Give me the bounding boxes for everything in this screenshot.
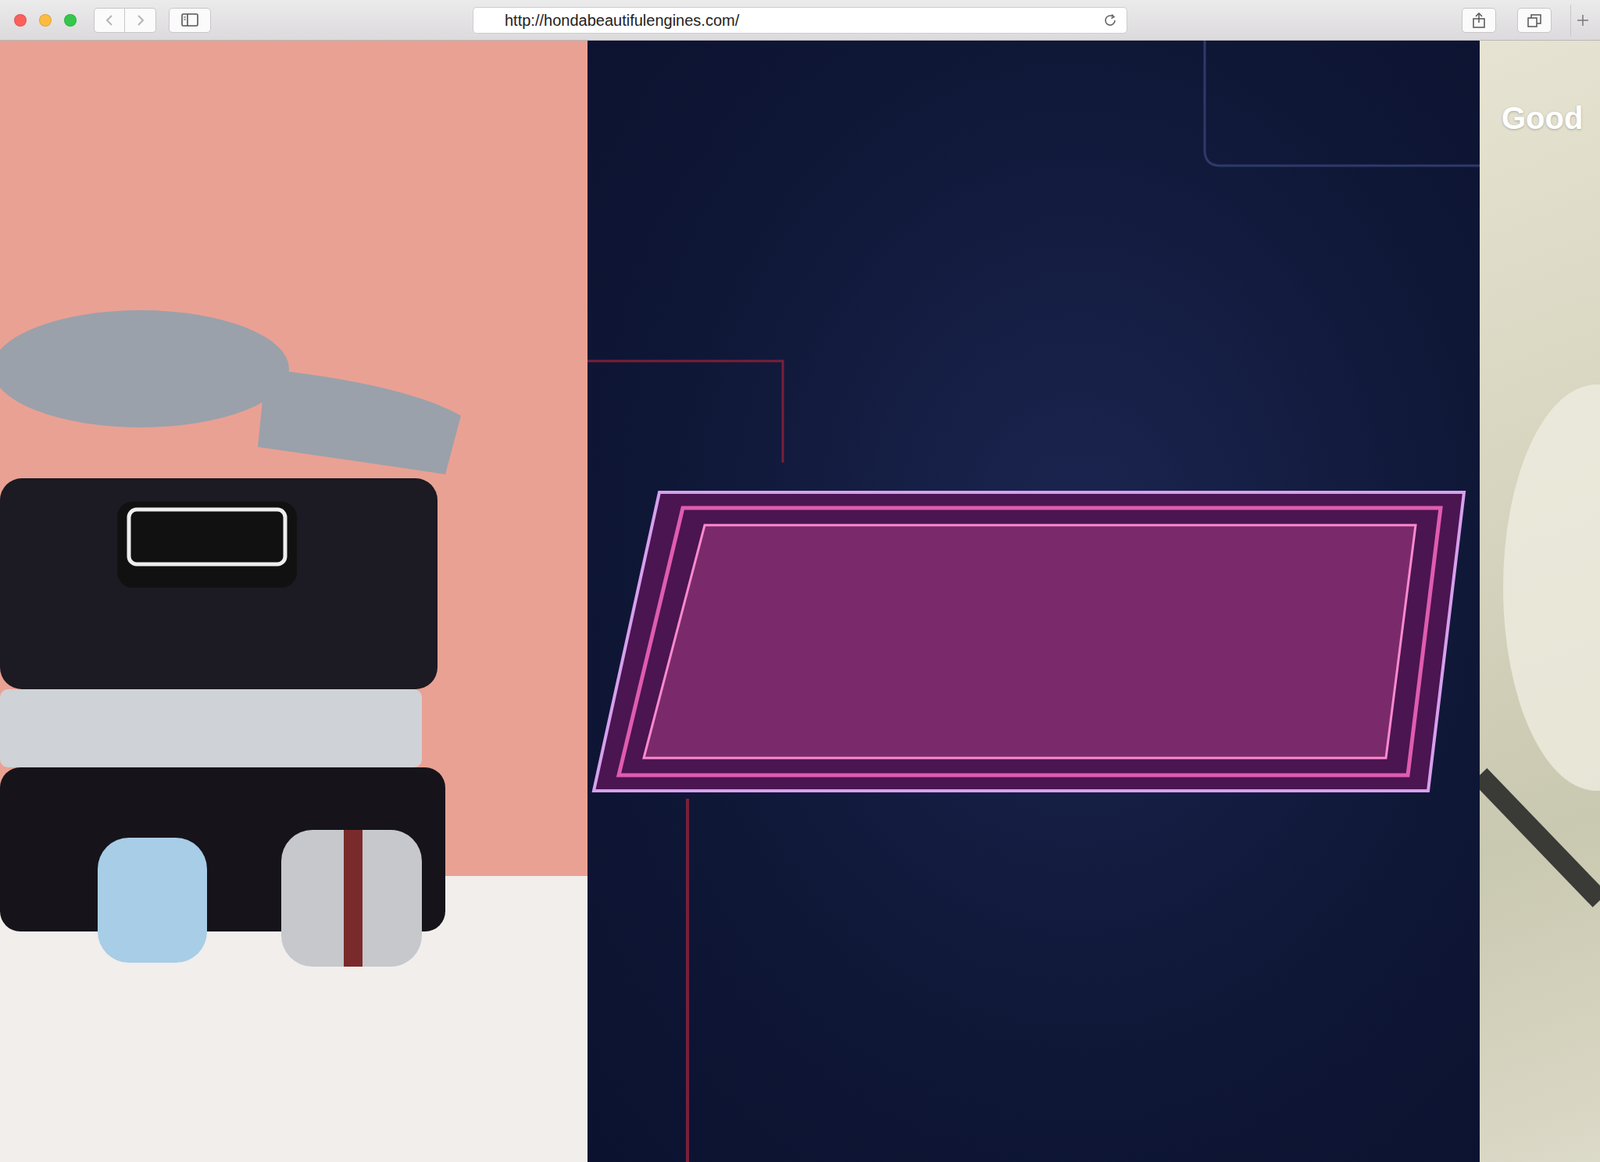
browser-window: http://hondabeautifulengines.com/Good bbox=[0, 0, 1600, 1162]
close-button[interactable] bbox=[14, 14, 27, 27]
address-bar[interactable]: http://hondabeautifulengines.com/ bbox=[472, 7, 1128, 34]
back-icon bbox=[103, 13, 116, 28]
browser-toolbar: http://hondabeautifulengines.com/ bbox=[0, 0, 1600, 41]
plus-icon bbox=[1576, 14, 1590, 27]
web-content: Good bbox=[0, 40, 1600, 1162]
share-button[interactable] bbox=[1461, 7, 1497, 33]
minimize-button[interactable] bbox=[39, 14, 52, 27]
poster-panel bbox=[587, 40, 1480, 1162]
reload-icon[interactable] bbox=[1103, 13, 1118, 28]
forward-button[interactable] bbox=[125, 7, 157, 33]
new-tab-button[interactable] bbox=[1570, 4, 1594, 36]
zoom-button[interactable] bbox=[64, 14, 77, 27]
address-text[interactable]: http://hondabeautifulengines.com/ bbox=[504, 8, 1104, 33]
forward-icon bbox=[134, 13, 147, 28]
share-icon bbox=[1471, 12, 1487, 29]
photo-panel bbox=[0, 40, 588, 1162]
back-button[interactable] bbox=[93, 7, 125, 33]
panel-heading: Good bbox=[1479, 40, 1600, 137]
tabs-button[interactable] bbox=[1517, 7, 1552, 33]
navigation-buttons bbox=[93, 7, 157, 33]
sidebar-button[interactable] bbox=[168, 7, 211, 33]
tabs-icon bbox=[1527, 13, 1542, 28]
sidebar-icon bbox=[181, 12, 199, 28]
backdrop-panel: Good bbox=[1479, 40, 1600, 1162]
